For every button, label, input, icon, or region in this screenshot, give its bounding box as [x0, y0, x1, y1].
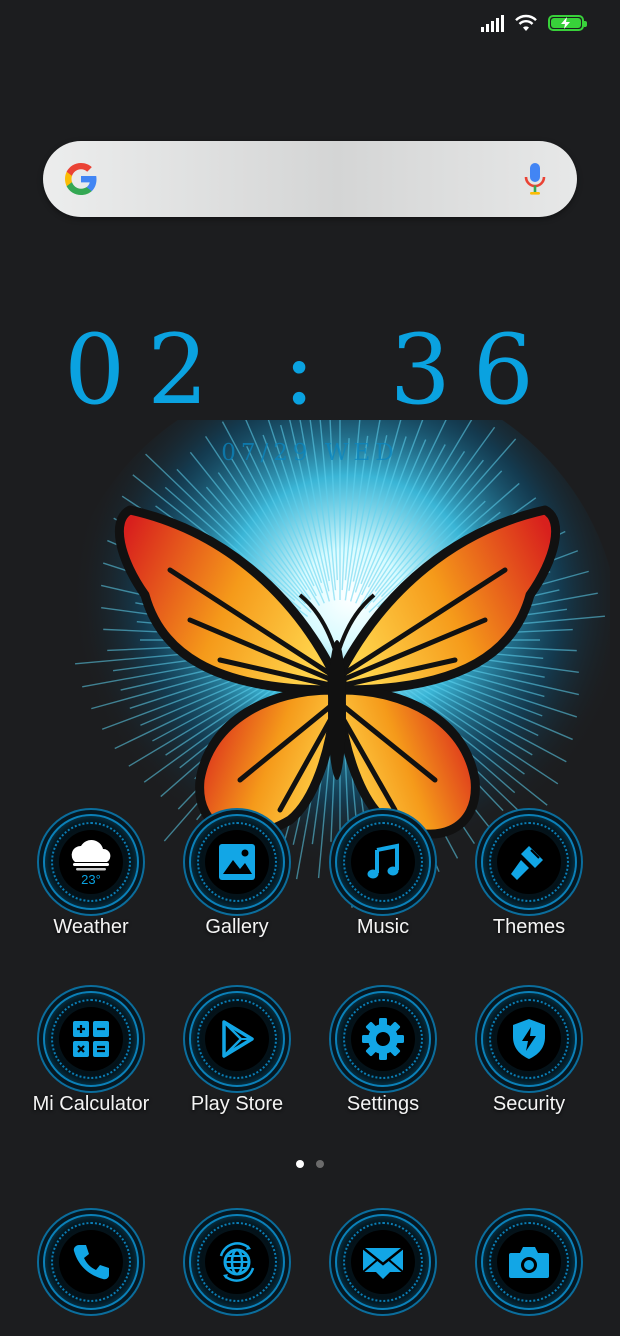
dock-phone[interactable]	[18, 1214, 164, 1310]
app-gallery[interactable]: Gallery	[164, 814, 310, 939]
music-note-icon	[367, 843, 399, 879]
app-play-store[interactable]: Play Store	[164, 991, 310, 1116]
app-settings[interactable]: Settings	[310, 991, 456, 1116]
app-label: Settings	[346, 1093, 420, 1115]
calculator-icon	[73, 1021, 109, 1057]
app-label: Mi Calculator	[32, 1093, 150, 1115]
mail-icon	[362, 1247, 404, 1279]
app-themes[interactable]: Themes	[456, 814, 602, 939]
image-icon	[219, 844, 255, 880]
status-bar	[481, 14, 587, 32]
gear-icon	[362, 1018, 404, 1060]
camera-icon	[509, 1247, 549, 1278]
app-label: Themes	[492, 916, 566, 938]
dock-browser[interactable]	[164, 1214, 310, 1310]
app-label: Security	[492, 1093, 566, 1115]
app-label: Gallery	[205, 916, 269, 938]
dock-camera[interactable]	[456, 1214, 602, 1310]
page-dot[interactable]	[316, 1160, 324, 1168]
phone-icon	[73, 1245, 109, 1280]
browser-globe-icon	[219, 1242, 255, 1282]
clock-date: 07/29 WED	[221, 440, 399, 466]
google-search-bar[interactable]	[43, 141, 577, 217]
google-g-icon	[65, 163, 97, 195]
clock-time[interactable]: 02 : 36	[0, 320, 620, 420]
dock-messages[interactable]	[310, 1214, 456, 1310]
app-label: Music	[356, 916, 410, 938]
app-security[interactable]: Security	[456, 991, 602, 1116]
shield-icon	[513, 1019, 545, 1059]
page-dot-current[interactable]	[296, 1160, 304, 1168]
app-label: Weather	[53, 916, 129, 938]
app-label: Play Store	[190, 1093, 284, 1115]
wifi-icon	[515, 14, 537, 31]
page-indicator	[0, 1160, 620, 1168]
play-store-icon	[222, 1020, 254, 1058]
battery-charging-icon	[548, 15, 587, 31]
cell-signal-icon	[481, 14, 504, 32]
app-weather[interactable]: 23° Weather	[18, 814, 164, 939]
microphone-icon[interactable]	[523, 161, 547, 197]
app-mi-calculator[interactable]: Mi Calculator	[18, 991, 164, 1116]
paintbrush-icon	[511, 846, 543, 880]
cloud-icon: 23°	[71, 840, 111, 887]
weather-temp: 23°	[81, 872, 101, 887]
app-music[interactable]: Music	[310, 814, 456, 939]
